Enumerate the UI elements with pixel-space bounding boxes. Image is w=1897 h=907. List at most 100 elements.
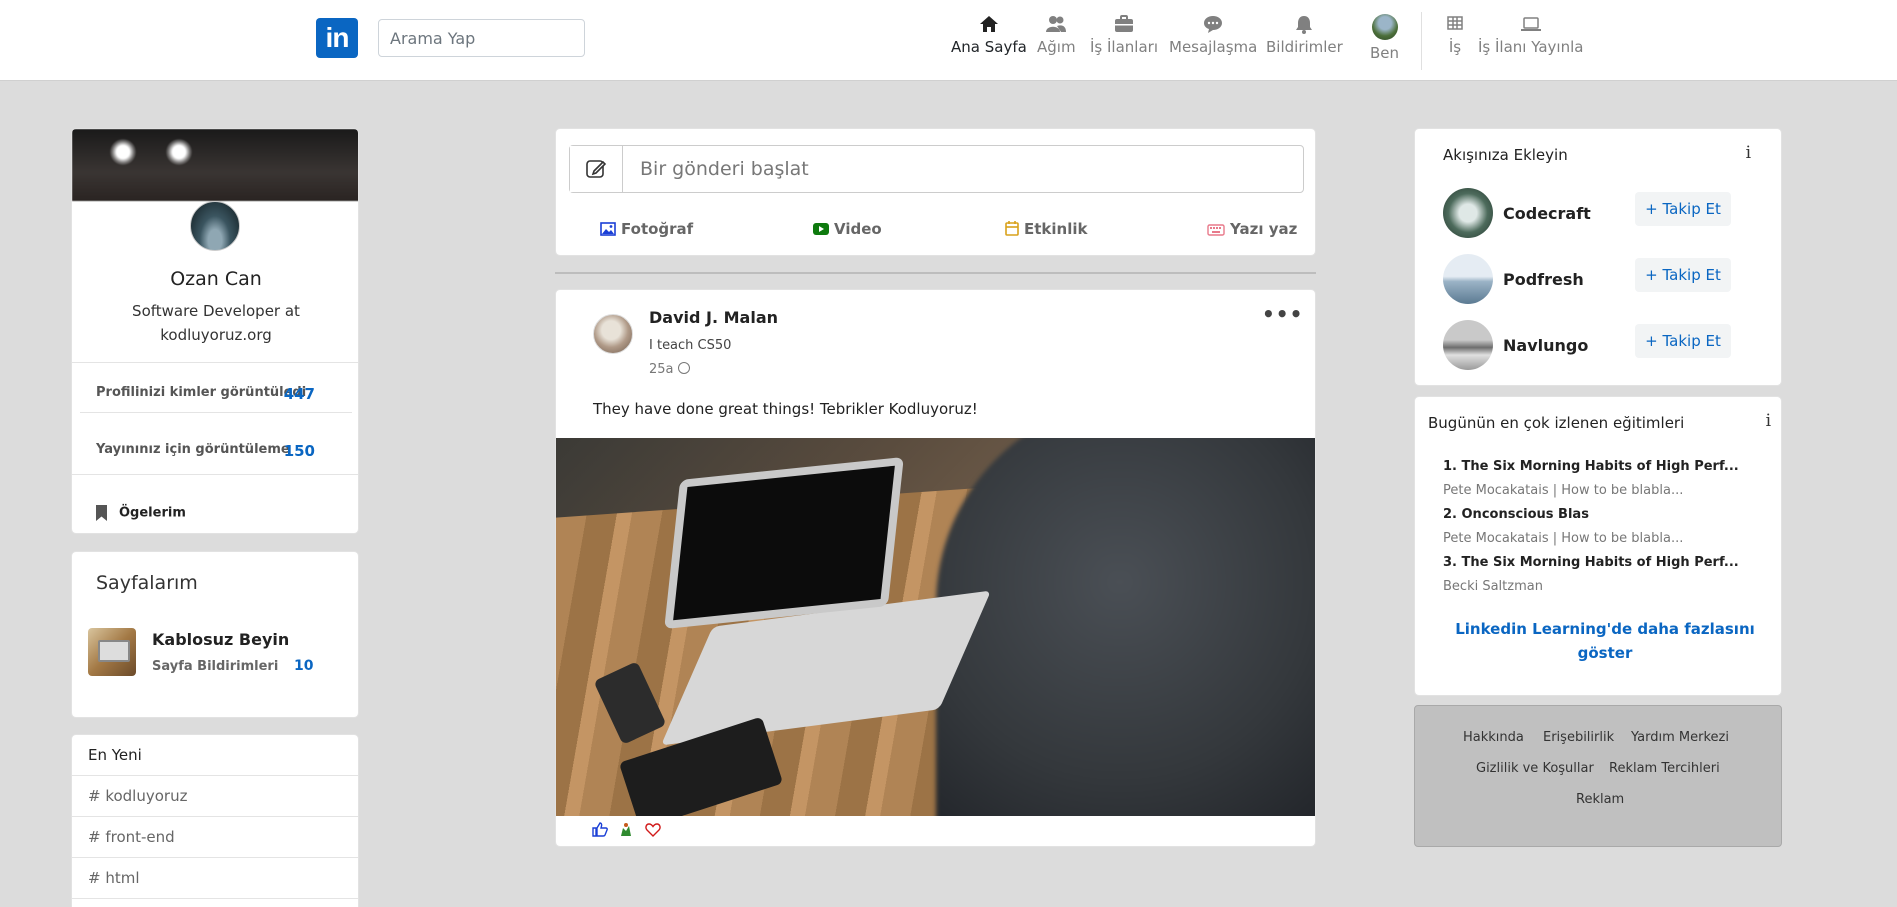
search-input[interactable] bbox=[378, 19, 585, 57]
nav-post-job[interactable]: İş İlanı Yayınla bbox=[1478, 14, 1583, 64]
company-name[interactable]: Podfresh bbox=[1503, 270, 1584, 289]
items-label: Ögelerim bbox=[119, 505, 186, 521]
post-image[interactable] bbox=[556, 438, 1315, 816]
footer-links: Hakkında Erişebilirlik Yardım Merkezi Gi… bbox=[1414, 705, 1782, 847]
follow-button[interactable]: + Takip Et bbox=[1635, 192, 1731, 226]
follow-button[interactable]: + Takip Et bbox=[1635, 324, 1731, 358]
briefcase-icon bbox=[1115, 15, 1133, 32]
course-subtitle: Becki Saltzman bbox=[1443, 579, 1543, 594]
composer-placeholder: Bir gönderi başlat bbox=[640, 158, 809, 180]
nav-work[interactable]: İş bbox=[1446, 14, 1464, 64]
profile-avatar[interactable] bbox=[190, 201, 240, 251]
show-more-link[interactable]: Linkedin Learning'de daha fazlasını göst… bbox=[1455, 617, 1755, 665]
top-navbar: in Ana Sayfa Ağım İş İlanları Mesajlaşma… bbox=[0, 0, 1897, 81]
nav-label: Bildirimler bbox=[1266, 38, 1343, 56]
add-to-feed-card: Akışınıza Ekleyin i Codecraft + Takip Et… bbox=[1414, 128, 1782, 386]
profile-name[interactable]: Ozan Can bbox=[72, 268, 358, 290]
suggestion-item: Codecraft + Takip Et bbox=[1443, 188, 1763, 240]
more-options-button[interactable]: ••• bbox=[1262, 302, 1303, 326]
bookmark-icon bbox=[96, 505, 107, 521]
page-name[interactable]: Kablosuz Beyin bbox=[152, 630, 289, 649]
courses-title: Bugünün en çok izlenen eğitimleri bbox=[1428, 414, 1685, 432]
event-button[interactable]: Etkinlik bbox=[1005, 220, 1087, 238]
video-button[interactable]: Video bbox=[813, 220, 882, 238]
message-icon bbox=[1204, 16, 1223, 33]
start-post-input[interactable]: Bir gönderi başlat bbox=[569, 145, 1304, 193]
nav-home[interactable]: Ana Sayfa bbox=[951, 14, 1027, 64]
feed-post: David J. Malan I teach CS50 25a ••• They… bbox=[555, 289, 1316, 847]
nav-me[interactable]: Ben bbox=[1370, 14, 1399, 64]
like-icon bbox=[592, 822, 608, 837]
nav-label: Mesajlaşma bbox=[1169, 38, 1258, 56]
course-title[interactable]: 1. The Six Morning Habits of High Perf..… bbox=[1443, 459, 1739, 474]
page-notifications-label[interactable]: Sayfa Bildirimleri bbox=[152, 659, 278, 674]
hashtag-item[interactable]: # html bbox=[72, 858, 358, 899]
nav-jobs[interactable]: İş İlanları bbox=[1090, 14, 1158, 64]
photo-button[interactable]: Fotoğraf bbox=[600, 220, 693, 238]
my-items-link[interactable]: Ögelerim bbox=[96, 505, 186, 521]
nav-notifications[interactable]: Bildirimler bbox=[1266, 14, 1343, 64]
company-avatar[interactable] bbox=[1443, 254, 1493, 304]
company-avatar[interactable] bbox=[1443, 188, 1493, 238]
calendar-icon bbox=[1005, 221, 1019, 236]
linkedin-logo[interactable]: in bbox=[316, 18, 358, 58]
action-label: Yazı yaz bbox=[1230, 220, 1298, 238]
divider bbox=[72, 474, 358, 475]
info-icon[interactable]: i bbox=[1766, 411, 1771, 431]
page-thumbnail[interactable] bbox=[88, 628, 136, 676]
cover-light bbox=[110, 139, 136, 165]
post-timestamp: 25a bbox=[649, 362, 690, 377]
profile-cover bbox=[72, 129, 358, 201]
author-avatar[interactable] bbox=[593, 314, 633, 354]
reactions[interactable] bbox=[592, 822, 661, 841]
stat-value: 447 bbox=[283, 385, 315, 403]
image-laptop-screen bbox=[664, 456, 904, 630]
edit-button[interactable] bbox=[570, 146, 623, 192]
globe-icon bbox=[677, 362, 690, 374]
laptop-icon bbox=[1520, 17, 1541, 31]
video-icon bbox=[813, 223, 829, 235]
hashtag-item[interactable]: # kodluyoruz bbox=[72, 776, 358, 817]
avatar bbox=[1371, 14, 1398, 40]
nav-label: İş bbox=[1448, 38, 1462, 56]
latest-card: En Yeni # kodluyoruz # front-end # html bbox=[71, 734, 359, 907]
footer-link[interactable]: Hakkında bbox=[1463, 730, 1524, 745]
page-notifications-count: 10 bbox=[294, 658, 314, 674]
top-courses-card: Bugünün en çok izlenen eğitimleri i 1. T… bbox=[1414, 396, 1782, 696]
profile-card: Ozan Can Software Developer at kodluyoru… bbox=[71, 128, 359, 534]
divider bbox=[72, 362, 358, 363]
suggestion-item: Podfresh + Takip Et bbox=[1443, 254, 1763, 306]
action-label: Fotoğraf bbox=[621, 220, 694, 238]
post-author[interactable]: David J. Malan bbox=[649, 308, 778, 327]
footer-link[interactable]: Reklam bbox=[1576, 792, 1624, 807]
bell-icon bbox=[1296, 16, 1313, 34]
nav-messaging[interactable]: Mesajlaşma bbox=[1169, 14, 1257, 64]
course-title[interactable]: 2. Onconscious Blas bbox=[1443, 507, 1589, 522]
love-icon bbox=[645, 823, 661, 837]
nav-network[interactable]: Ağım bbox=[1037, 14, 1076, 64]
info-icon[interactable]: i bbox=[1746, 143, 1751, 163]
footer-link[interactable]: Erişebilirlik bbox=[1543, 730, 1614, 745]
nav-label: İş İlanı Yayınla bbox=[1478, 38, 1584, 56]
post-author-bio: I teach CS50 bbox=[649, 338, 732, 353]
profile-views-stat[interactable]: Profilinizi kimler görüntüledi 447 bbox=[96, 385, 336, 403]
nav-label: Ana Sayfa bbox=[951, 38, 1027, 56]
latest-header: En Yeni bbox=[72, 735, 358, 776]
hashtag-item[interactable]: # front-end bbox=[72, 817, 358, 858]
footer-link[interactable]: Yardım Merkezi bbox=[1631, 730, 1729, 745]
write-article-button[interactable]: Yazı yaz bbox=[1207, 220, 1297, 238]
footer-link[interactable]: Reklam Tercihleri bbox=[1609, 761, 1720, 776]
profile-title: Software Developer at kodluyoruz.org bbox=[132, 302, 300, 344]
company-name[interactable]: Navlungo bbox=[1503, 336, 1588, 355]
course-title[interactable]: 3. The Six Morning Habits of High Perf..… bbox=[1443, 555, 1739, 570]
stat-value: 150 bbox=[283, 442, 315, 460]
footer-link[interactable]: Gizlilik ve Koşullar bbox=[1476, 761, 1594, 776]
follow-button[interactable]: + Takip Et bbox=[1635, 258, 1731, 292]
company-name[interactable]: Codecraft bbox=[1503, 204, 1591, 223]
post-views-stat[interactable]: Yayınınız için görüntüleme 150 bbox=[96, 442, 336, 460]
company-avatar[interactable] bbox=[1443, 320, 1493, 370]
nav-divider bbox=[1421, 12, 1422, 70]
course-subtitle: Pete Mocakatais | How to be blabla... bbox=[1443, 483, 1684, 498]
network-icon bbox=[1046, 16, 1067, 32]
action-label: Video bbox=[834, 220, 882, 238]
